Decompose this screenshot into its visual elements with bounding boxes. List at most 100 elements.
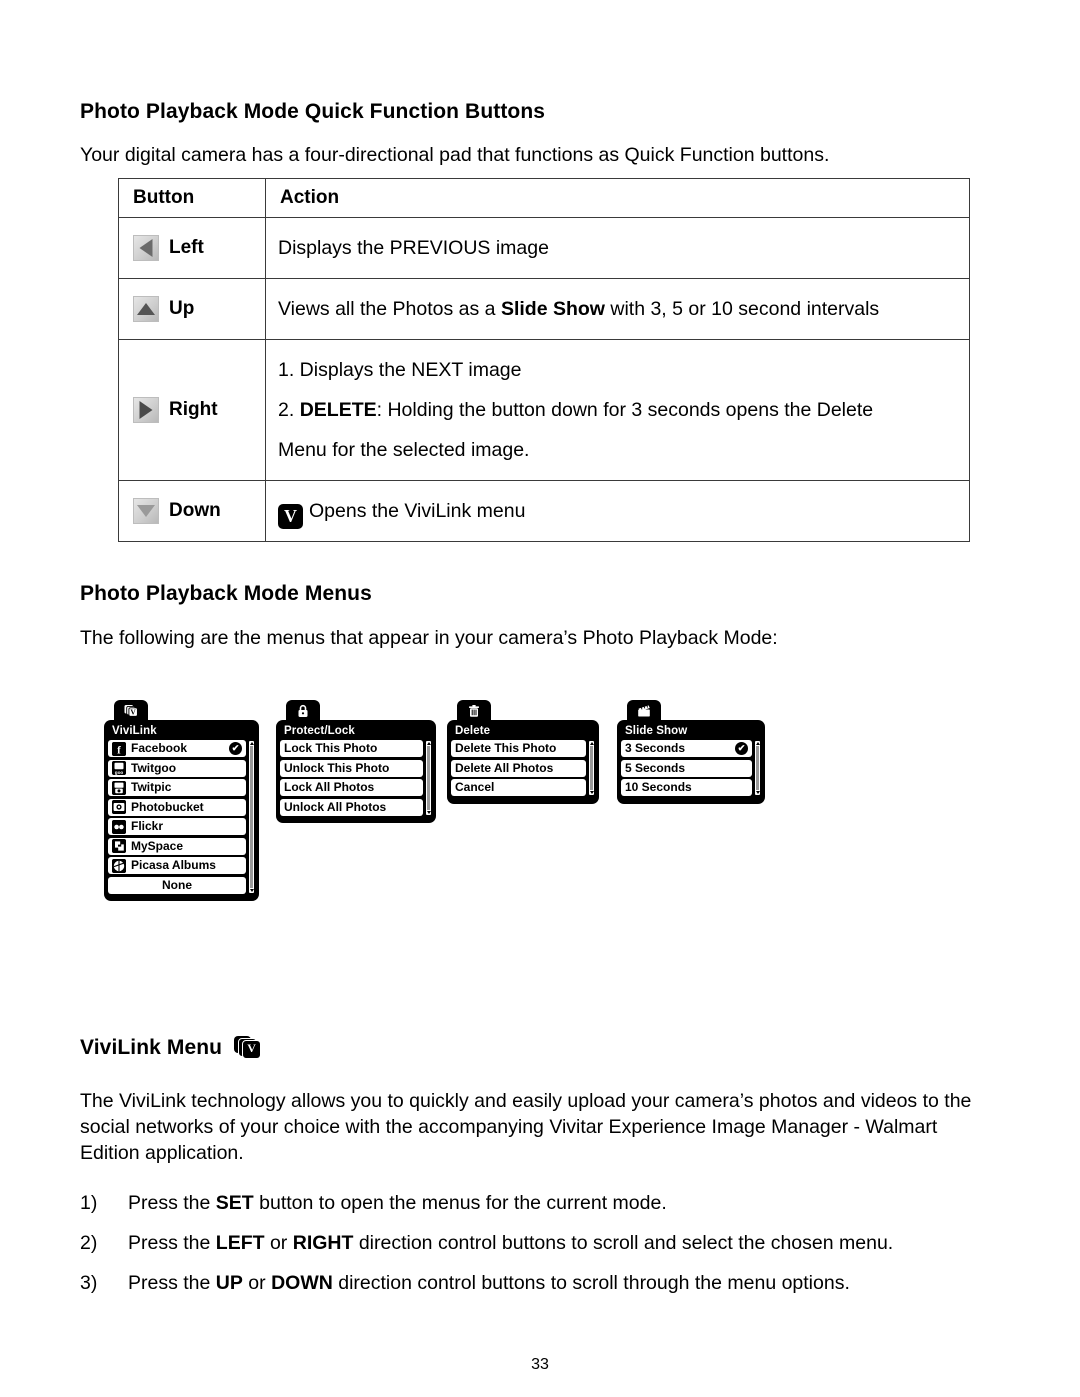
- menu-item[interactable]: Unlock All Photos: [280, 798, 423, 816]
- table-row: Down V Opens the ViviLink menu: [118, 480, 970, 542]
- selected-check-icon: ✔: [735, 742, 748, 755]
- menu-item-label: Photobucket: [131, 799, 204, 814]
- myspace-icon: [112, 839, 126, 853]
- step-2-part-0: Press the: [128, 1272, 216, 1294]
- menu-item[interactable]: f Facebook ✔: [108, 740, 246, 757]
- instruction-step: 2) Press the LEFT or RIGHT direction cont…: [80, 1230, 1000, 1256]
- menu-item[interactable]: None: [108, 876, 246, 894]
- button-cell: Right: [118, 339, 266, 481]
- scroll-up-arrow-icon[interactable]: [426, 742, 431, 745]
- menu-item[interactable]: Photobucket: [108, 798, 246, 816]
- step-number: 3): [80, 1272, 98, 1294]
- menu-item[interactable]: Lock This Photo: [280, 740, 423, 757]
- column-header-button: Button: [118, 178, 266, 218]
- vivilink-stack-icon: V: [234, 1036, 262, 1060]
- menu-body: Protect/Lock Lock This Photo Unlock This P…: [276, 720, 436, 823]
- menu-item-label: Facebook: [131, 741, 188, 755]
- action-cell: Views all the Photos as a Slide Show wit…: [265, 278, 970, 340]
- button-cell-label: Right: [169, 399, 218, 420]
- table-header-row: Button Action: [118, 178, 970, 218]
- menu-item[interactable]: Picasa Albums: [108, 857, 246, 874]
- camera-menu-protect-lock[interactable]: Protect/Lock Lock This Photo Unlock This P…: [276, 700, 436, 823]
- menu-item-label: Unlock This Photo: [284, 760, 390, 775]
- scroll-up-arrow-icon[interactable]: [755, 742, 760, 745]
- menu-item[interactable]: 5 Seconds: [621, 759, 752, 777]
- menu-title: ViviLink: [112, 725, 157, 737]
- scroll-up-arrow-icon[interactable]: [589, 742, 594, 745]
- step-0-part-1: SET: [215, 1192, 254, 1214]
- step-2-part-4: direction control buttons to scroll thro…: [332, 1272, 850, 1294]
- scroll-up-arrow-icon[interactable]: [249, 742, 254, 745]
- step-number: 1): [80, 1192, 98, 1214]
- scrollbar-thumb[interactable]: [427, 746, 430, 810]
- step-1-part-1: LEFT: [215, 1232, 265, 1254]
- step-1-part-0: Press the: [128, 1232, 216, 1254]
- menu-scrollbar[interactable]: [425, 740, 432, 816]
- menu-item[interactable]: Unlock This Photo: [280, 759, 423, 777]
- menu-item[interactable]: MySpace: [108, 837, 246, 855]
- menu-item[interactable]: Twitpic: [108, 779, 246, 796]
- vivilink-description-paragraph: The ViviLink technology allows you to qu…: [80, 1089, 972, 1164]
- action-line: Displays the PREVIOUS image: [278, 228, 955, 268]
- menu-item-list: 3 Seconds ✔ 5 Seconds 10 Seconds: [621, 740, 761, 796]
- scroll-down-arrow-icon[interactable]: [589, 791, 594, 794]
- menu-scrollbar[interactable]: [754, 740, 761, 796]
- menu-item-list: Delete This Photo Delete All Photos Cancel: [451, 740, 595, 796]
- vivilink-menu-heading-text: ViviLink Menu: [80, 1036, 223, 1060]
- action-line-2-2-part-0: Menu for the selected image.: [278, 439, 530, 461]
- camera-menu-vivilink[interactable]: V ViviLink f Facebook ✔ goo Twitgoo Twitpic Phot…: [104, 700, 259, 901]
- menu-item-list: Lock This Photo Unlock This Photo Lock All…: [280, 740, 432, 816]
- step-0-part-0: Press the: [128, 1192, 216, 1214]
- page-title-quick-function: Photo Playback Mode Quick Function Butto…: [80, 100, 546, 124]
- action-cell: V Opens the ViviLink menu: [265, 480, 970, 542]
- menu-item[interactable]: goo Twitgoo: [108, 759, 246, 777]
- flickr-icon: [112, 819, 126, 834]
- menu-item-label: Delete This Photo: [455, 741, 557, 755]
- step-2-part-1: UP: [215, 1272, 243, 1294]
- menu-item[interactable]: 10 Seconds: [621, 779, 752, 796]
- step-1-part-3: RIGHT: [292, 1232, 354, 1254]
- action-line-1-0-part-0: Views all the Photos as a: [278, 298, 501, 320]
- table-row: Right 1. Displays the NEXT image 2. DELETE…: [118, 339, 970, 481]
- menu-item-label: Cancel: [455, 780, 495, 794]
- menu-title: Delete: [455, 725, 491, 737]
- camera-menu-slide-show[interactable]: Slide Show 3 Seconds ✔ 5 Seconds 10 Seconds: [617, 700, 765, 804]
- button-cell-label: Up: [169, 298, 195, 319]
- picasa-icon: [112, 858, 126, 873]
- scrollbar-thumb[interactable]: [250, 746, 253, 888]
- facebook-icon: f: [112, 741, 126, 756]
- menu-item-label: Twitpic: [131, 780, 172, 794]
- menu-item[interactable]: Delete All Photos: [451, 759, 586, 777]
- menu-scrollbar[interactable]: [248, 740, 255, 894]
- scroll-down-arrow-icon[interactable]: [426, 810, 431, 814]
- menu-item[interactable]: Delete This Photo: [451, 740, 586, 757]
- menu-item-label: Unlock All Photos: [284, 799, 387, 814]
- menu-item-label: MySpace: [131, 838, 184, 853]
- step-2-part-2: or: [242, 1272, 272, 1294]
- svg-text:goo: goo: [115, 770, 124, 775]
- menu-scrollbar[interactable]: [588, 740, 595, 796]
- step-1-part-4: direction control buttons to scroll and …: [353, 1232, 894, 1254]
- action-line-1-0-part-1: Slide Show: [500, 298, 605, 320]
- menu-item-list: f Facebook ✔ goo Twitgoo Twitpic Photobucket Fl…: [108, 740, 255, 894]
- menu-item[interactable]: Lock All Photos: [280, 779, 423, 796]
- action-line-2-1-part-2: : Holding the button down for 3 seconds …: [376, 399, 874, 421]
- menu-body: Slide Show 3 Seconds ✔ 5 Seconds 10 Seconds: [617, 720, 765, 804]
- menu-item[interactable]: 3 Seconds ✔: [621, 740, 752, 757]
- selected-check-icon: ✔: [229, 742, 242, 755]
- menu-item[interactable]: Flickr: [108, 818, 246, 835]
- step-1-part-2: or: [264, 1232, 293, 1254]
- camera-menu-delete[interactable]: Delete Delete This Photo Delete All Photos…: [447, 700, 599, 804]
- menu-item[interactable]: Cancel: [451, 779, 586, 796]
- intro-paragraph-playback-menus: The following are the menus that appear …: [80, 626, 778, 649]
- instruction-steps-list: 1) Press the SET button to open the menus…: [80, 1190, 1000, 1310]
- scrollbar-thumb[interactable]: [590, 746, 593, 790]
- menu-item-label: 10 Seconds: [625, 780, 692, 794]
- action-line-2-1-part-0: 2.: [278, 399, 300, 421]
- action-line-2-1-part-1: DELETE: [299, 399, 377, 421]
- action-line: 1. Displays the NEXT image: [278, 350, 955, 390]
- scroll-down-arrow-icon[interactable]: [755, 791, 760, 794]
- scroll-down-arrow-icon[interactable]: [249, 888, 254, 892]
- scrollbar-thumb[interactable]: [756, 746, 759, 790]
- menu-item-label: Delete All Photos: [455, 760, 554, 775]
